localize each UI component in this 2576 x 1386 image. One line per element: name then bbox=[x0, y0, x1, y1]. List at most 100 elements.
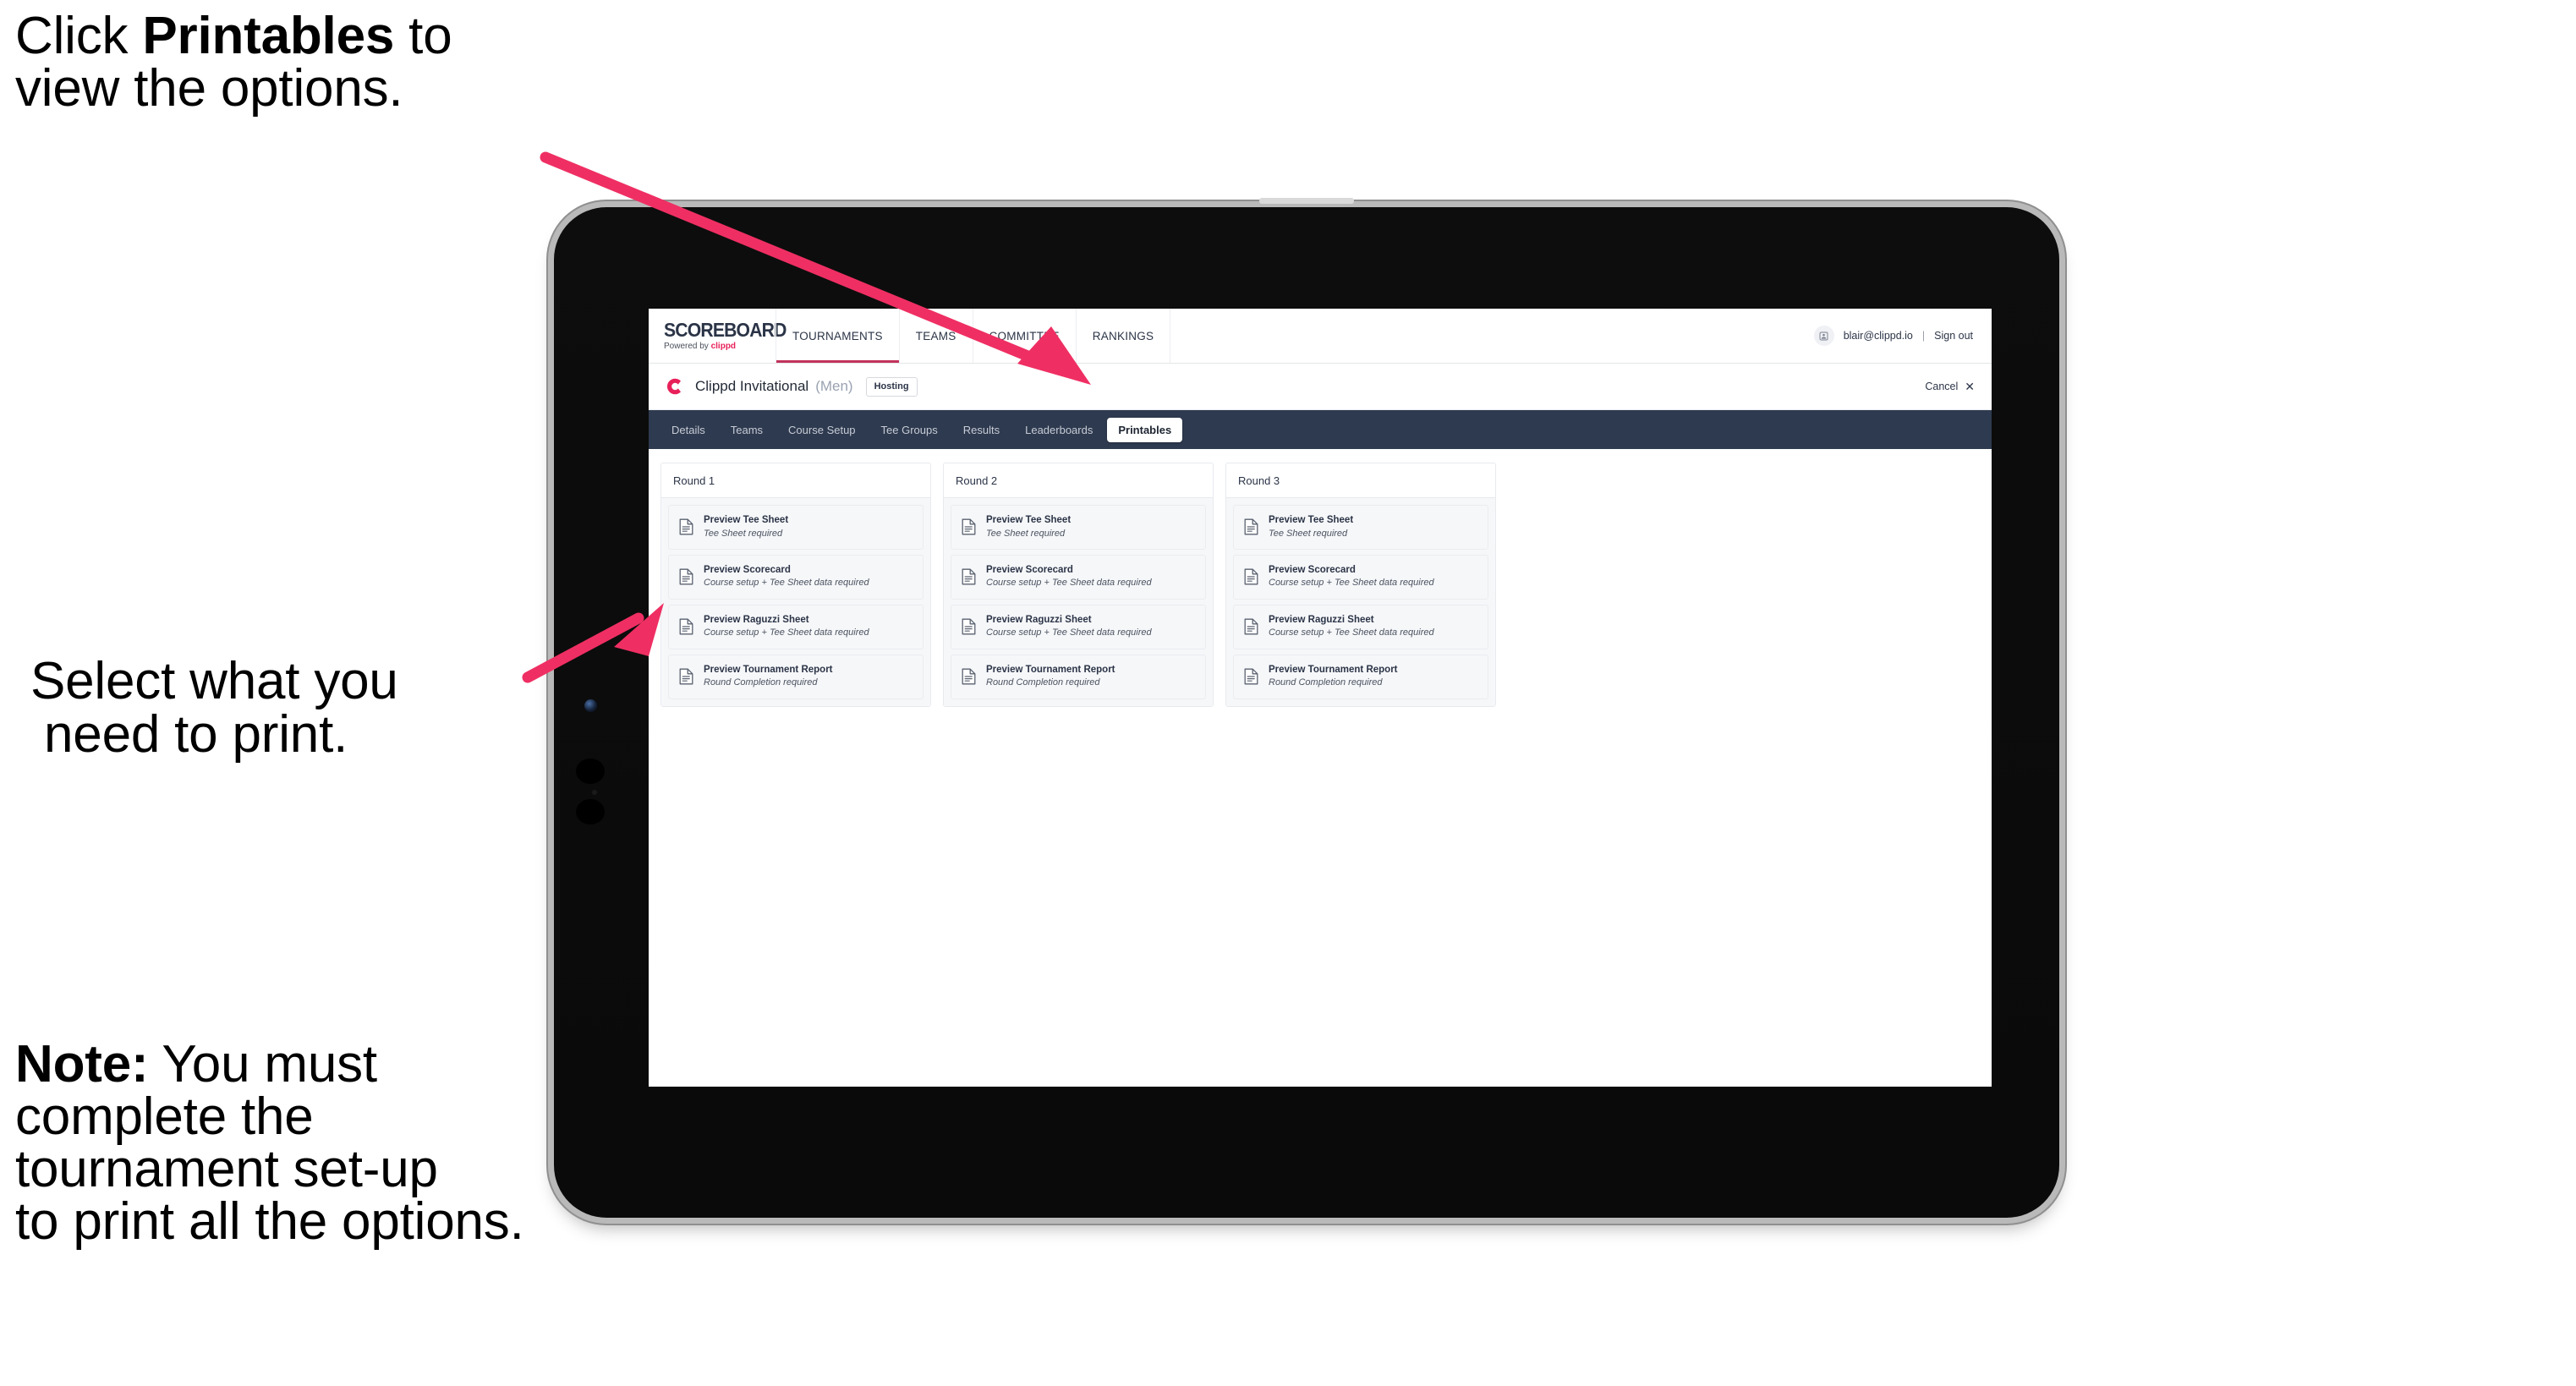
printable-row-tee-sheet[interactable]: Preview Tee Sheet Tee Sheet required bbox=[1233, 505, 1488, 550]
front-camera-icon bbox=[584, 699, 597, 712]
nav-item-teams[interactable]: TEAMS bbox=[898, 309, 973, 363]
printable-title: Preview Tee Sheet bbox=[986, 515, 1072, 525]
tab-course-setup[interactable]: Course Setup bbox=[777, 418, 867, 442]
clippd-c-logo-icon bbox=[666, 378, 681, 395]
printable-requirement: Tee Sheet required bbox=[1269, 528, 1348, 539]
document-icon bbox=[1244, 568, 1258, 585]
document-icon bbox=[962, 618, 976, 635]
printable-requirement: Course setup + Tee Sheet data required bbox=[986, 578, 1152, 589]
document-icon bbox=[1244, 519, 1258, 535]
brand-subtitle: Powered by clippd bbox=[664, 342, 776, 351]
document-icon bbox=[1244, 668, 1258, 685]
printable-row-raguzzi-sheet[interactable]: Preview Raguzzi Sheet Course setup + Tee… bbox=[951, 604, 1206, 649]
document-icon bbox=[679, 568, 693, 585]
printable-requirement: Course setup + Tee Sheet data required bbox=[704, 578, 869, 589]
document-icon bbox=[962, 519, 976, 535]
annotation-select-to-print: Select what you need to print. bbox=[30, 652, 555, 764]
account-separator: | bbox=[1921, 330, 1926, 342]
round-title: Round 2 bbox=[944, 463, 1213, 498]
printable-title: Preview Scorecard bbox=[704, 564, 791, 575]
hardware-sensor-icon bbox=[592, 790, 597, 795]
section-tab-bar: Details Teams Course Setup Tee Groups Re… bbox=[649, 410, 1992, 449]
sign-out-button[interactable]: Sign out bbox=[1934, 330, 1973, 342]
printable-title: Preview Tournament Report bbox=[1269, 664, 1398, 675]
account-area: blair@clippd.io | Sign out bbox=[1813, 309, 1992, 363]
printable-title: Preview Tee Sheet bbox=[704, 515, 789, 525]
printable-title: Preview Raguzzi Sheet bbox=[1269, 614, 1374, 625]
printable-requirement: Course setup + Tee Sheet data required bbox=[704, 627, 869, 638]
round-items: Preview Tee Sheet Tee Sheet required Pre… bbox=[944, 498, 1213, 706]
round-title: Round 3 bbox=[1226, 463, 1495, 498]
printable-row-tournament-report[interactable]: Preview Tournament Report Round Completi… bbox=[951, 654, 1206, 699]
tournament-name: Clippd Invitational bbox=[695, 378, 809, 394]
rounds-grid: Round 1 Preview Tee Sheet Tee Sheet requ… bbox=[649, 449, 1992, 707]
top-navigation-bar: SCOREBOARD Powered by clippd TOURNAMENTS… bbox=[649, 309, 1992, 364]
printable-title: Preview Scorecard bbox=[1269, 564, 1356, 575]
hardware-button-icon[interactable] bbox=[576, 759, 605, 784]
round-column: Round 3 Preview Tee Sheet Tee Sheet requ… bbox=[1225, 463, 1496, 707]
printable-title: Preview Scorecard bbox=[986, 564, 1073, 575]
round-title: Round 1 bbox=[661, 463, 930, 498]
main-nav: TOURNAMENTS TEAMS COMMITTEE RANKINGS bbox=[776, 309, 1171, 363]
printable-title: Preview Raguzzi Sheet bbox=[704, 614, 809, 625]
annotation-click-printables: Click Printables to view the options. bbox=[15, 10, 573, 115]
status-badge: Hosting bbox=[865, 376, 918, 397]
clippd-wordmark: clippd bbox=[710, 342, 737, 351]
annotation-note-bold: Note: bbox=[15, 1035, 149, 1093]
tournament-gender: (Men) bbox=[815, 378, 853, 394]
annotation-middle-line2: need to print. bbox=[44, 705, 348, 764]
tab-leaderboards[interactable]: Leaderboards bbox=[1014, 418, 1104, 442]
tablet-device: SCOREBOARD Powered by clippd TOURNAMENTS… bbox=[554, 198, 2059, 1218]
close-icon: ✕ bbox=[1965, 380, 1975, 393]
printable-requirement: Round Completion required bbox=[1269, 677, 1383, 688]
round-items: Preview Tee Sheet Tee Sheet required Pre… bbox=[1226, 498, 1495, 706]
printable-requirement: Round Completion required bbox=[986, 677, 1100, 688]
annotation-note-line1-rest: You must bbox=[148, 1035, 377, 1093]
document-icon bbox=[679, 668, 693, 685]
document-icon bbox=[679, 519, 693, 535]
brand-title: SCOREBOARD bbox=[664, 319, 787, 341]
tab-teams[interactable]: Teams bbox=[720, 418, 774, 442]
printable-row-scorecard[interactable]: Preview Scorecard Course setup + Tee She… bbox=[668, 554, 924, 600]
printable-row-tournament-report[interactable]: Preview Tournament Report Round Completi… bbox=[1233, 654, 1488, 699]
annotation-top-bold: Printables bbox=[142, 7, 395, 65]
tab-printables[interactable]: Printables bbox=[1107, 417, 1183, 442]
tablet-screen: SCOREBOARD Powered by clippd TOURNAMENTS… bbox=[649, 309, 1992, 1087]
nav-item-rankings[interactable]: RANKINGS bbox=[1075, 309, 1171, 363]
printable-title: Preview Tee Sheet bbox=[1269, 515, 1354, 525]
tab-details[interactable]: Details bbox=[660, 418, 716, 442]
tab-results[interactable]: Results bbox=[952, 418, 1011, 442]
scoreboard-logo[interactable]: SCOREBOARD Powered by clippd bbox=[649, 309, 787, 363]
document-icon bbox=[962, 668, 976, 685]
printable-row-tee-sheet[interactable]: Preview Tee Sheet Tee Sheet required bbox=[668, 505, 924, 550]
round-items: Preview Tee Sheet Tee Sheet required Pre… bbox=[661, 498, 930, 706]
annotation-top-suffix: to bbox=[394, 7, 452, 65]
nav-item-tournaments[interactable]: TOURNAMENTS bbox=[776, 309, 899, 363]
tournament-header: Clippd Invitational (Men) Hosting Cancel… bbox=[649, 364, 1992, 410]
round-column: Round 1 Preview Tee Sheet Tee Sheet requ… bbox=[660, 463, 931, 707]
printable-title: Preview Tournament Report bbox=[986, 664, 1115, 675]
tab-tee-groups[interactable]: Tee Groups bbox=[870, 418, 949, 442]
printable-row-scorecard[interactable]: Preview Scorecard Course setup + Tee She… bbox=[951, 554, 1206, 600]
annotation-middle-line1: Select what you bbox=[30, 652, 398, 710]
cancel-label: Cancel bbox=[1925, 381, 1959, 392]
printable-row-raguzzi-sheet[interactable]: Preview Raguzzi Sheet Course setup + Tee… bbox=[1233, 604, 1488, 649]
printable-row-scorecard[interactable]: Preview Scorecard Course setup + Tee She… bbox=[1233, 554, 1488, 600]
printable-row-tournament-report[interactable]: Preview Tournament Report Round Completi… bbox=[668, 654, 924, 699]
nav-item-committee[interactable]: COMMITTEE bbox=[972, 309, 1076, 363]
printable-row-tee-sheet[interactable]: Preview Tee Sheet Tee Sheet required bbox=[951, 505, 1206, 550]
powered-by-text: Powered by bbox=[664, 342, 711, 351]
hardware-button-icon[interactable] bbox=[576, 799, 605, 824]
user-avatar-icon[interactable] bbox=[1813, 326, 1834, 346]
cancel-button[interactable]: Cancel ✕ bbox=[1925, 381, 1975, 392]
printable-requirement: Course setup + Tee Sheet data required bbox=[1269, 627, 1434, 638]
printable-requirement: Tee Sheet required bbox=[986, 528, 1066, 539]
printable-requirement: Tee Sheet required bbox=[704, 528, 783, 539]
printable-row-raguzzi-sheet[interactable]: Preview Raguzzi Sheet Course setup + Tee… bbox=[668, 604, 924, 649]
document-icon bbox=[1244, 618, 1258, 635]
printable-requirement: Course setup + Tee Sheet data required bbox=[986, 627, 1152, 638]
printable-requirement: Course setup + Tee Sheet data required bbox=[1269, 578, 1434, 589]
user-email-label: blair@clippd.io bbox=[1843, 330, 1913, 342]
tablet-top-speaker-slot bbox=[1259, 198, 1354, 204]
document-icon bbox=[679, 618, 693, 635]
